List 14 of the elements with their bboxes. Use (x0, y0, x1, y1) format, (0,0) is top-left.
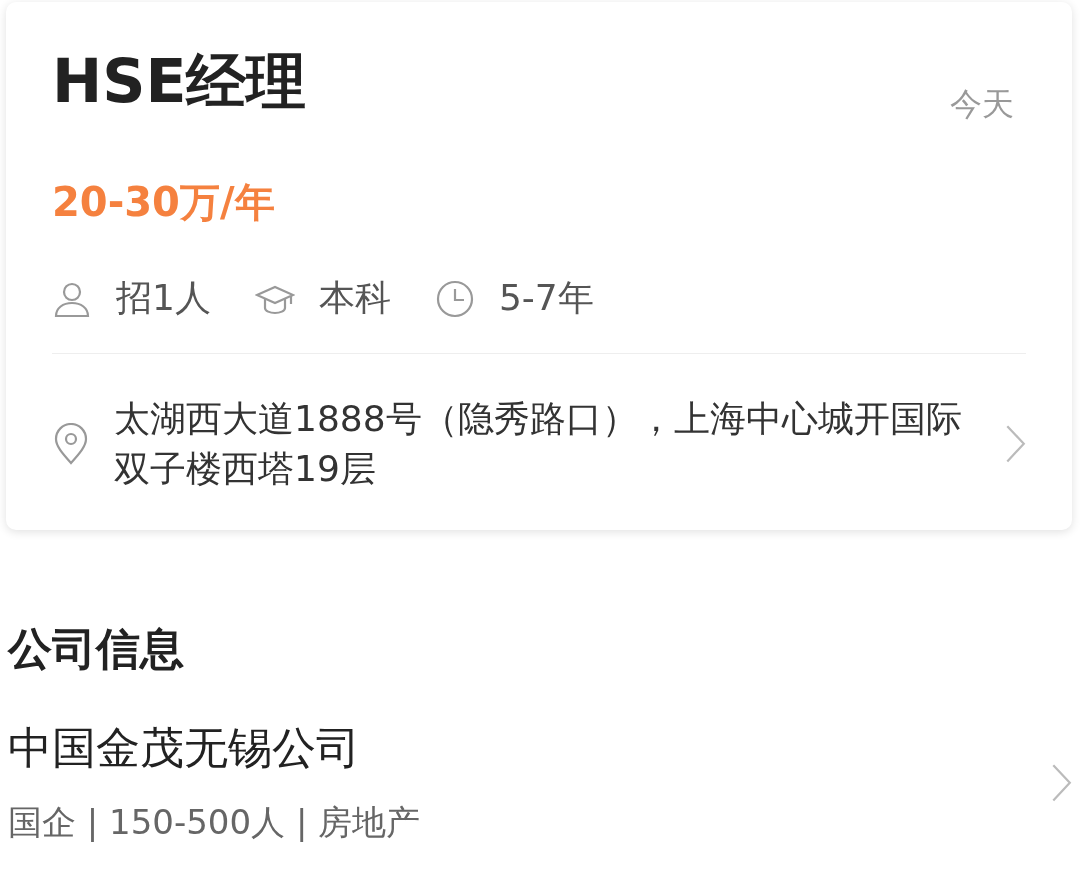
company-name: 中国金茂无锡公司 (8, 721, 361, 775)
salary: 20-30万/年 (52, 178, 276, 227)
company-details: 国企 | 150-500人 | 房地产 (8, 801, 421, 844)
requirement-text: 招1人 (116, 276, 211, 320)
address-text: 太湖西大道1888号（隐秀路口），上海中心城开国际双子楼西塔19层 (114, 397, 963, 491)
posted-date: 今天 (950, 84, 1014, 125)
chevron-right-icon[interactable] (1004, 424, 1026, 464)
chevron-right-icon[interactable] (1050, 762, 1072, 803)
section-heading: 公司信息 (8, 622, 185, 676)
requirement-text: 本科 (318, 276, 391, 320)
job-title: HSE经理 (52, 45, 307, 118)
requirement-text: 5-7年 (498, 276, 594, 320)
location-pin-icon (52, 423, 90, 465)
clock-icon (434, 278, 475, 319)
